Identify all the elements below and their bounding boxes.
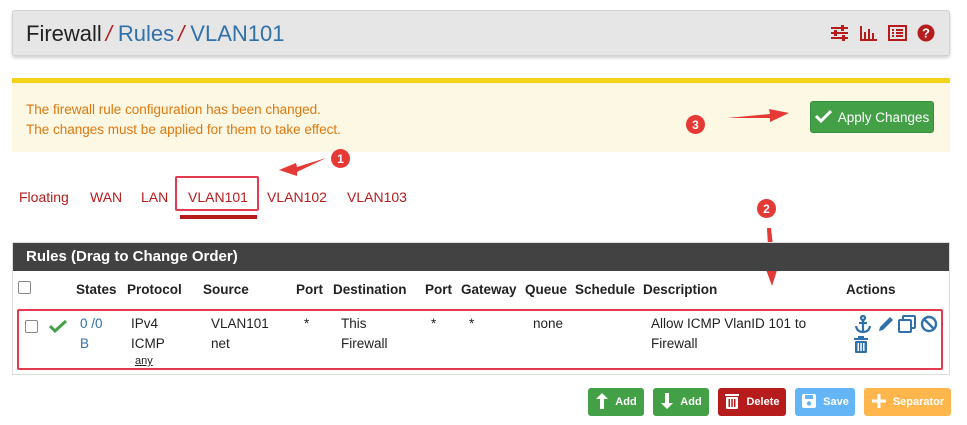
tab-lan[interactable]: LAN [141, 189, 168, 205]
delete-label: Delete [746, 396, 780, 408]
col-destination: Destination [333, 282, 407, 297]
annotation-badge-2: 2 [757, 199, 776, 218]
col-schedule: Schedule [575, 282, 636, 297]
separator-button[interactable]: Separator [864, 388, 951, 416]
col-queue: Queue [525, 282, 568, 297]
table-row[interactable]: 0 /0 B IPv4 ICMP any VLAN101 net * This … [17, 309, 943, 370]
delete-button[interactable]: Delete [718, 388, 786, 416]
annotation-badge-3: 3 [686, 115, 705, 134]
rule-protocol-any-link[interactable]: any [135, 354, 153, 368]
arrow-down-icon [660, 391, 674, 414]
rules-panel-title: Rules (Drag to Change Order) [13, 243, 949, 271]
rule-gateway: * [469, 316, 475, 331]
breadcrumb-firewall: Firewall [26, 21, 102, 46]
save-label: Save [823, 396, 849, 408]
annotation-badge-1: 1 [331, 149, 350, 168]
floppy-icon [801, 393, 817, 412]
rules-panel: Rules (Drag to Change Order) States Prot… [12, 242, 950, 375]
svg-text:?: ? [922, 26, 930, 41]
disable-icon[interactable] [920, 315, 938, 338]
enabled-check-icon[interactable] [48, 319, 68, 338]
apply-changes-button[interactable]: Apply Changes [810, 101, 934, 133]
breadcrumb-rules-link[interactable]: Rules [118, 21, 174, 46]
add-rule-bottom-button[interactable]: Add [653, 388, 709, 416]
alert-line-1: The firewall rule configuration has been… [26, 102, 321, 117]
breadcrumb-separator: / [178, 21, 185, 46]
rule-queue: none [533, 316, 564, 331]
check-icon [814, 109, 832, 126]
plus-icon [871, 393, 887, 412]
col-states: States [76, 282, 117, 297]
col-actions: Actions [846, 282, 896, 297]
add-top-label: Add [615, 396, 637, 408]
tab-floating[interactable]: Floating [19, 189, 69, 205]
delete-trash-icon[interactable] [852, 335, 870, 359]
apply-changes-label: Apply Changes [837, 109, 930, 125]
copy-icon[interactable] [898, 315, 916, 338]
select-all-checkbox[interactable] [18, 281, 31, 294]
breadcrumb-vlan-link[interactable]: VLAN101 [190, 21, 284, 46]
col-source: Source [203, 282, 249, 297]
edit-pencil-icon[interactable] [877, 315, 895, 338]
col-dest-port: Port [425, 282, 452, 297]
rule-destination: This Firewall [341, 316, 388, 351]
tab-vlan103[interactable]: VLAN103 [347, 189, 407, 205]
rule-checkbox[interactable] [25, 320, 38, 333]
rule-dest-port: * [431, 316, 437, 331]
config-changed-alert: The firewall rule configuration has been… [12, 78, 950, 152]
sliders-icon[interactable] [830, 24, 849, 42]
rule-description: Allow ICMP VlanID 101 to Firewall [651, 316, 807, 351]
help-icon[interactable]: ? [917, 24, 935, 42]
breadcrumb-separator: / [105, 21, 112, 46]
tab-vlan102[interactable]: VLAN102 [267, 189, 327, 205]
bar-chart-icon[interactable] [859, 24, 878, 42]
rule-protocol: IPv4 ICMP [131, 316, 165, 351]
col-protocol: Protocol [127, 282, 182, 297]
trash-icon [724, 392, 740, 413]
rule-port: * [304, 316, 310, 331]
tab-vlan101[interactable]: VLAN101 [188, 189, 248, 205]
col-description: Description [643, 282, 718, 297]
breadcrumb: Firewall / Rules / VLAN101 [26, 22, 284, 46]
list-icon[interactable] [888, 24, 907, 42]
save-button[interactable]: Save [795, 388, 855, 416]
add-rule-top-button[interactable]: Add [588, 388, 644, 416]
page-header: Firewall / Rules / VLAN101 ? [12, 10, 950, 56]
separator-label: Separator [892, 396, 945, 408]
rule-source: VLAN101 net [211, 316, 269, 351]
alert-line-2: The changes must be applied for them to … [26, 122, 341, 137]
active-tab-underline [180, 215, 257, 219]
rule-states[interactable]: 0 /0 B [80, 314, 103, 354]
add-bottom-label: Add [680, 396, 702, 408]
tab-wan[interactable]: WAN [90, 189, 122, 205]
col-gateway: Gateway [461, 282, 517, 297]
arrow-up-icon [595, 391, 609, 414]
col-port: Port [296, 282, 323, 297]
